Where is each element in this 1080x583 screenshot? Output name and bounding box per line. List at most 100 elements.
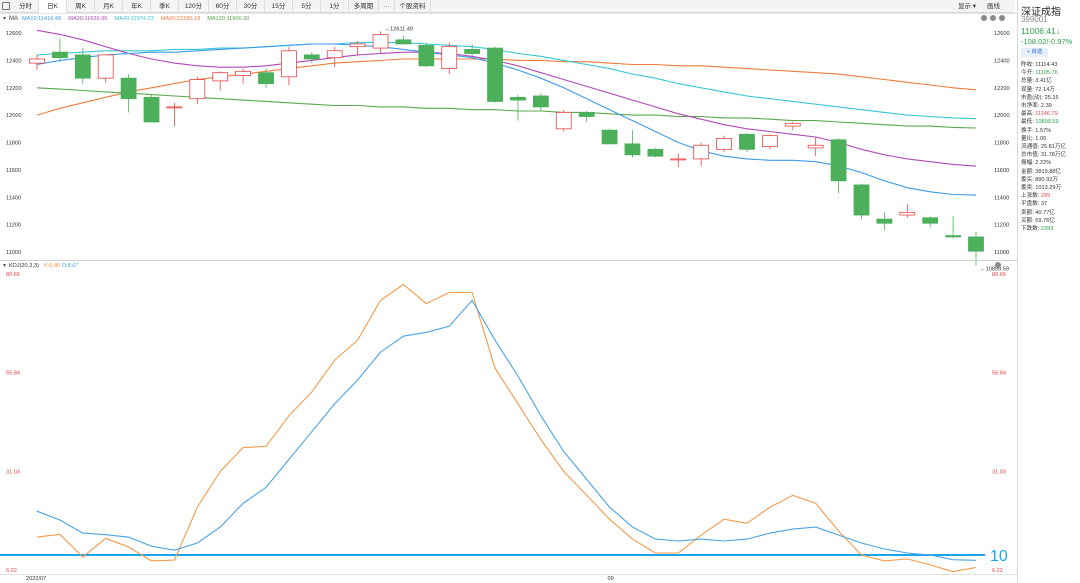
candle-up (29, 58, 45, 64)
stat-row: 昨收: 11114.43 (1021, 61, 1080, 69)
candle-down (303, 54, 320, 60)
tab-period-2[interactable]: 周K (67, 0, 95, 13)
tab-period-13[interactable]: ··· (379, 0, 395, 13)
chart-canvas[interactable]: ▾ MA MA10:11416.48 MA20:11626.95 MA40:11974.… (0, 13, 1017, 583)
minus-icon[interactable] (990, 15, 996, 21)
kdj-y-tick-right: 31.03 (992, 469, 1006, 475)
stat-label: 现量: (1021, 86, 1034, 93)
stat-row: 换手: 1.57% (1021, 127, 1080, 135)
candle-down (853, 184, 870, 216)
chart-area: ▾ MA MA10:11416.48 MA20:11626.95 MA40:11974.… (0, 13, 1017, 583)
candle-down (510, 96, 526, 101)
legend-ma40: MA40:11974.23 (115, 16, 154, 22)
candle-down (532, 95, 549, 108)
candle-down (830, 139, 847, 182)
y-tick-left: 12400 (6, 58, 22, 64)
candle-up (189, 79, 206, 100)
tab-period-6[interactable]: 120分 (179, 0, 209, 13)
candle-down (74, 54, 91, 79)
stat-label: 金额: (1021, 168, 1034, 175)
kdj-y-tick-left: 6.22 (6, 568, 17, 574)
candle-up (899, 211, 916, 216)
down-arrow-icon: ↓ (1055, 26, 1061, 36)
stat-value: 72.14万 (1033, 86, 1055, 93)
tab-period-11[interactable]: 1分 (321, 0, 349, 13)
legend-ma60: MA60:12185.18 (161, 16, 201, 22)
stat-label: 换手: (1021, 127, 1034, 134)
tab-period-12[interactable]: 多周期 (349, 0, 379, 13)
stat-label: 流通值: (1021, 144, 1040, 150)
candle-down (876, 218, 893, 224)
stat-label: 昨收: (1021, 62, 1034, 68)
candle-up (761, 135, 778, 148)
y-tick-right: 11400 (994, 195, 1009, 201)
kdj-line-k (36, 283, 977, 573)
stat-row: 金额: 3819.88亿 (1021, 168, 1080, 176)
tab-period-1[interactable]: 日K (39, 0, 67, 13)
y-tick-left: 12200 (6, 86, 22, 92)
close-icon[interactable] (999, 15, 1005, 21)
y-tick-right: 11800 (994, 141, 1009, 147)
y-tick-left: 11400 (6, 195, 21, 201)
stat-label: 最低: (1021, 119, 1034, 126)
candle-up (326, 50, 343, 59)
y-tick-right: 11600 (994, 168, 1009, 174)
candle-down (418, 44, 435, 67)
candle-down (578, 111, 595, 117)
stat-row: 下跌数: 2393 (1021, 225, 1080, 233)
candle-down (647, 148, 664, 157)
candle-up (235, 70, 252, 76)
stat-label: 最高: (1021, 111, 1034, 118)
stat-label: 市净率: (1021, 103, 1040, 109)
stat-row: 流通值: 25.81万亿 (1021, 143, 1080, 151)
display-menu-button[interactable]: 显示 ▾ (958, 0, 976, 13)
tab-period-14[interactable]: 个股资料 (395, 0, 431, 13)
tab-period-8[interactable]: 30分 (237, 0, 265, 13)
y-tick-left: 11200 (6, 223, 21, 229)
stat-row: 总量: 3.41亿 (1021, 77, 1080, 85)
tab-period-0[interactable]: 分时 (13, 0, 39, 13)
tab-period-5[interactable]: 季K (151, 0, 179, 13)
tab-period-7[interactable]: 60分 (209, 0, 237, 13)
stat-label: 上涨数: (1021, 193, 1040, 200)
period-toolbar: 分时 日K 周K 月K 年K 季K 120分 60分 30分 15分 5分 1分 多周期 ··· 个股资料 显… (0, 0, 1015, 13)
kdj-y-tick-right: 55.84 (992, 371, 1006, 377)
y-tick-right: 12400 (994, 58, 1010, 64)
candle-up (807, 144, 824, 149)
candle-down (395, 39, 412, 45)
stat-label: 平盘数: (1021, 201, 1040, 208)
candle-up (784, 122, 801, 127)
stat-label: 振幅: (1021, 160, 1034, 167)
gear-icon[interactable] (981, 15, 987, 21)
main-chart-title: MA (9, 16, 18, 22)
stat-label: 总量: (1021, 78, 1034, 85)
stat-value: 11105.76 (1033, 70, 1058, 77)
kdj-title: KDJ(20,3,3) (9, 263, 39, 269)
draw-line-button[interactable]: 画线 (987, 0, 1000, 13)
stat-label: 卖额: (1021, 209, 1034, 216)
add-watchlist-button[interactable]: + 自选 (1021, 48, 1048, 57)
collapse-icon: ▾ (3, 16, 6, 22)
tab-period-9[interactable]: 15分 (265, 0, 293, 13)
stat-row: 最高: 11146.79 (1021, 110, 1080, 118)
stat-row: 今开: 11105.76 (1021, 69, 1080, 77)
stat-label: 委卖: (1021, 185, 1034, 191)
candle-up (349, 43, 366, 48)
sidebar-toggle-icon[interactable] (2, 2, 10, 10)
kdj-gear-icon[interactable] (995, 262, 1001, 268)
stat-value: 40.77亿 (1033, 209, 1055, 216)
stat-row: 平盘数: 37 (1021, 200, 1080, 208)
stat-row: 委卖: 1013.29万 (1021, 184, 1080, 192)
stock-price: 11006.41 (1021, 26, 1056, 36)
tab-period-3[interactable]: 月K (95, 0, 123, 13)
candle-up (716, 137, 732, 150)
stat-row: 上涨数: 299 (1021, 192, 1080, 200)
tab-period-10[interactable]: 5分 (293, 0, 321, 13)
tab-period-4[interactable]: 年K (123, 0, 151, 13)
stat-value: 1.57% (1033, 127, 1052, 134)
stock-price-row: 11006.41↓ (1021, 26, 1060, 36)
candle-up (97, 54, 114, 79)
kdj-y-tick-right: 6.22 (992, 568, 1003, 574)
stat-value: 37 (1039, 201, 1048, 208)
stat-row: 市盈(动): 25.16 (1021, 94, 1080, 102)
